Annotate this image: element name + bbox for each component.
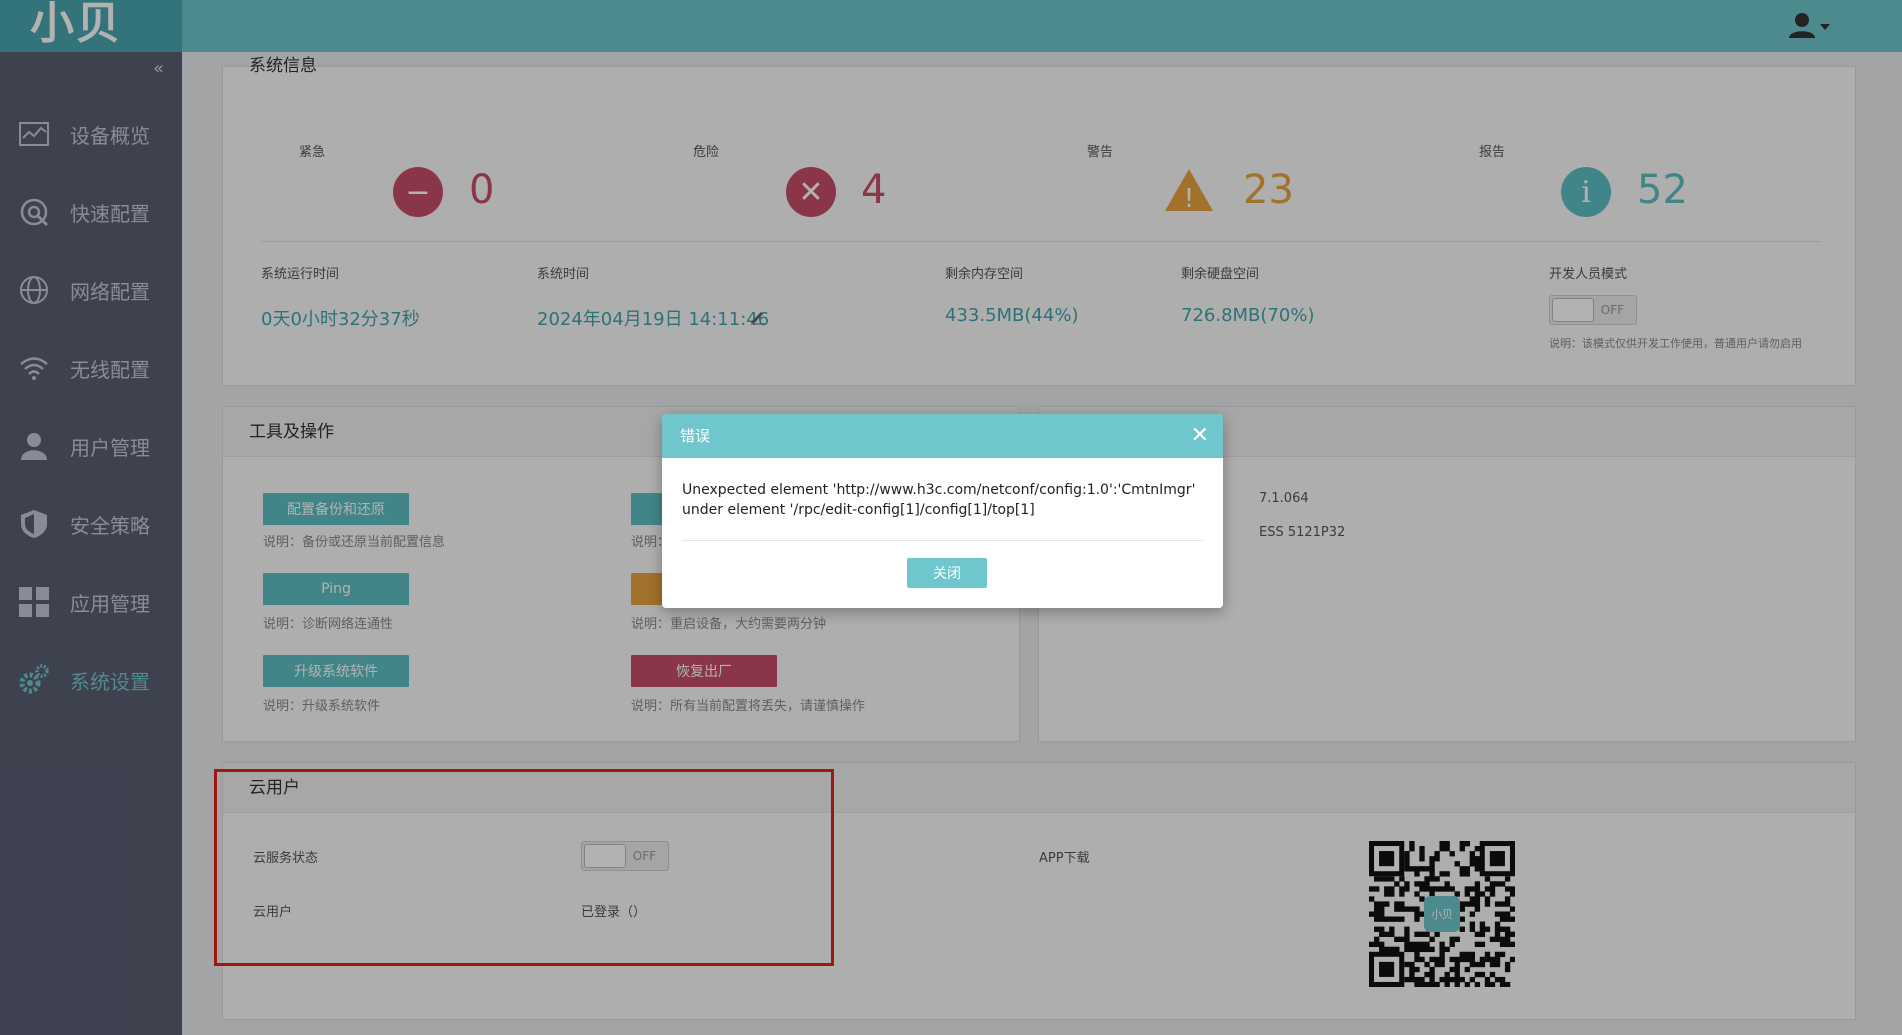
close-button[interactable]: 关闭 — [907, 558, 987, 588]
divider — [682, 540, 1203, 541]
error-dialog-header: 错误 ✕ — [662, 414, 1223, 458]
error-message: Unexpected element 'http://www.h3c.com/n… — [682, 482, 1196, 518]
close-icon[interactable]: ✕ — [1191, 414, 1209, 458]
error-dialog-title: 错误 — [680, 427, 711, 445]
error-dialog: 错误 ✕ Unexpected element 'http://www.h3c.… — [662, 414, 1223, 608]
